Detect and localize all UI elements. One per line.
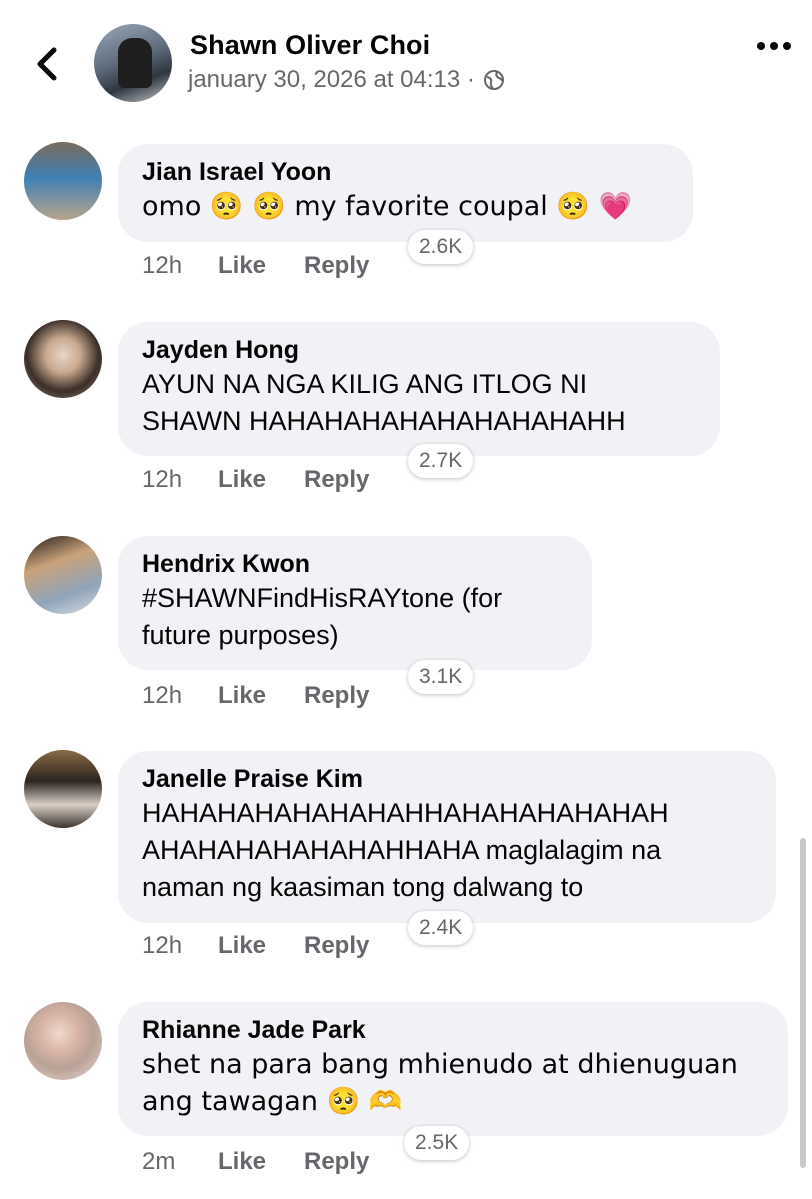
like-button[interactable]: Like	[218, 932, 304, 960]
comment-bubble[interactable]: Jayden Hong AYUN NA NGA KILIG ANG ITLOG …	[118, 322, 720, 456]
commenter-avatar[interactable]	[24, 142, 102, 220]
comment-time: 12h	[142, 932, 183, 959]
like-button[interactable]: Like	[218, 252, 304, 280]
comment-actions: 12h Like Reply	[142, 252, 369, 280]
more-dot	[770, 42, 778, 50]
back-button[interactable]	[30, 44, 66, 84]
reaction-count[interactable]: 2.5K	[404, 1126, 470, 1160]
comment-text: shet na para bang mhienudo at dhienuguan…	[142, 1049, 738, 1117]
reaction-count[interactable]: 2.7K	[408, 444, 474, 478]
like-button[interactable]: Like	[218, 1148, 304, 1176]
comment-time: 12h	[142, 252, 183, 279]
commenter-avatar[interactable]	[24, 750, 102, 828]
comment-text: HAHAHAHAHAHAHAHHAHAHAHAHAHAH AHAHAHAHAHA…	[142, 798, 669, 902]
more-horizontal-icon	[757, 42, 765, 50]
comment-bubble[interactable]: Janelle Praise Kim HAHAHAHAHAHAHAHHAHAHA…	[118, 751, 776, 923]
globe-icon	[483, 70, 504, 90]
scrollbar[interactable]	[800, 838, 806, 1168]
reaction-count[interactable]: 2.6K	[408, 230, 474, 264]
reply-button[interactable]: Reply	[304, 1148, 369, 1176]
more-options-button[interactable]	[752, 34, 796, 58]
reply-button[interactable]: Reply	[304, 252, 369, 280]
comment-text: #SHAWNFindHisRAYtone (for future purpose…	[142, 583, 503, 650]
commenter-name[interactable]: Jian Israel Yoon	[142, 156, 669, 188]
comment-text: AYUN NA NGA KILIG ANG ITLOG NI SHAWN HAH…	[142, 369, 626, 436]
reaction-count[interactable]: 3.1K	[408, 660, 474, 694]
comment-actions: 12h Like Reply	[142, 932, 369, 960]
reply-button[interactable]: Reply	[304, 682, 369, 710]
post-header: Shawn Oliver Choi january 30, 2026 at 04…	[0, 0, 812, 120]
comment-bubble[interactable]: Jian Israel Yoon omo 🥺 🥺 my favorite cou…	[118, 144, 693, 242]
author-name[interactable]: Shawn Oliver Choi	[190, 30, 430, 61]
commenter-name[interactable]: Janelle Praise Kim	[142, 763, 752, 795]
comment-bubble[interactable]: Hendrix Kwon #SHAWNFindHisRAYtone (for f…	[118, 536, 592, 670]
more-dot	[783, 42, 791, 50]
comment-time: 12h	[142, 682, 183, 709]
like-button[interactable]: Like	[218, 682, 304, 710]
post-timestamp: january 30, 2026 at 04:13 ·	[188, 66, 475, 93]
comment-text: omo 🥺 🥺 my favorite coupal 🥺 💗	[142, 191, 633, 222]
comment-time: 12h	[142, 466, 183, 493]
post-meta: january 30, 2026 at 04:13 ·	[188, 66, 505, 94]
comment-time: 2m	[142, 1148, 176, 1175]
chevron-left-icon	[37, 47, 57, 81]
commenter-avatar[interactable]	[24, 320, 102, 398]
commenter-name[interactable]: Hendrix Kwon	[142, 548, 568, 580]
reaction-count[interactable]: 2.4K	[408, 911, 474, 945]
comment-actions: 12h Like Reply	[142, 682, 369, 710]
commenter-name[interactable]: Rhianne Jade Park	[142, 1014, 764, 1046]
reply-button[interactable]: Reply	[304, 466, 369, 494]
commenter-name[interactable]: Jayden Hong	[142, 334, 696, 366]
like-button[interactable]: Like	[218, 466, 304, 494]
comment-bubble[interactable]: Rhianne Jade Park shet na para bang mhie…	[118, 1002, 788, 1136]
commenter-avatar[interactable]	[24, 1002, 102, 1080]
reply-button[interactable]: Reply	[304, 932, 369, 960]
comment-actions: 12h Like Reply	[142, 466, 369, 494]
comment-actions: 2m Like Reply	[142, 1148, 369, 1176]
author-avatar[interactable]	[94, 24, 172, 102]
commenter-avatar[interactable]	[24, 536, 102, 614]
